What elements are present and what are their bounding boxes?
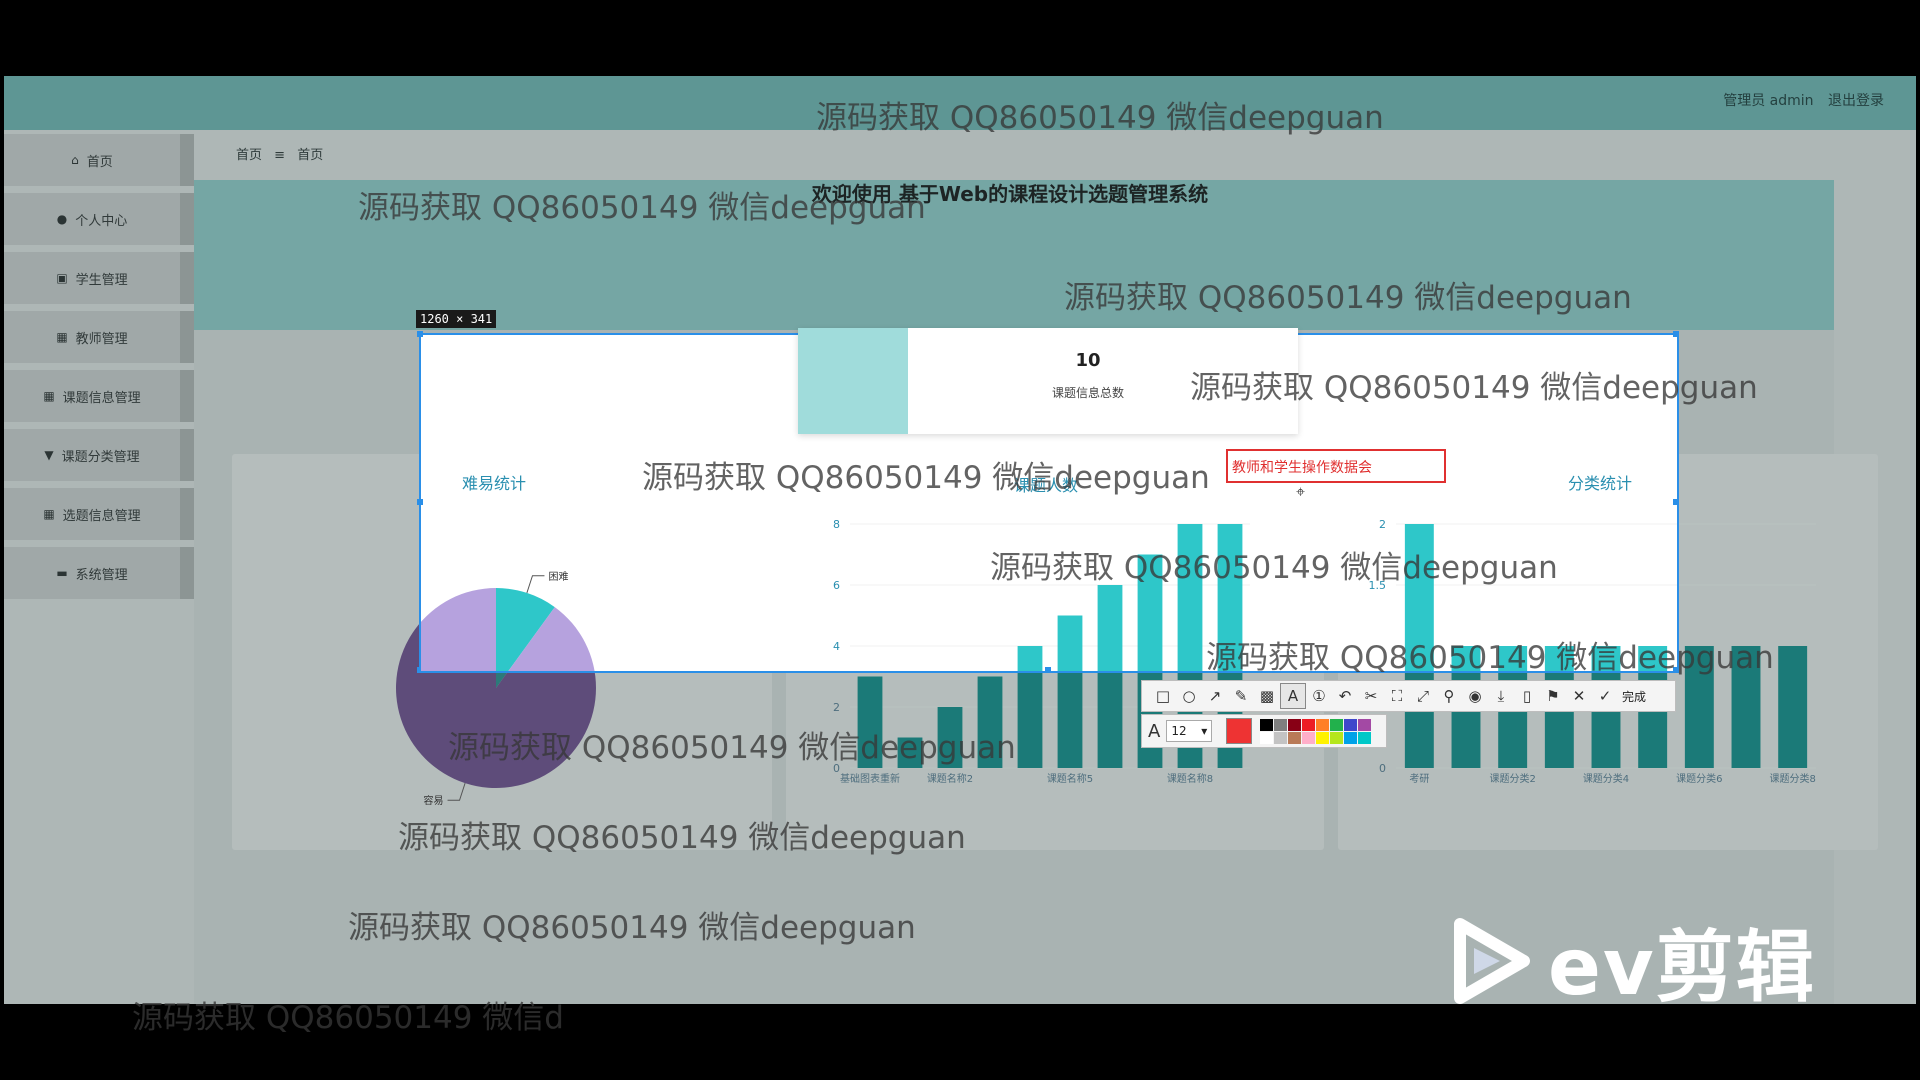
watermark-text: 源码获取 QQ86050149 微信deepguan	[1206, 640, 1774, 676]
palette-swatch[interactable]	[1260, 731, 1274, 744]
font-icon: A	[1148, 720, 1161, 742]
crosshair-cursor-icon: ⌖	[1296, 482, 1306, 501]
palette-swatch[interactable]	[1316, 731, 1330, 744]
scissors-icon[interactable]: ✂	[1358, 683, 1384, 709]
palette-swatch[interactable]	[1260, 718, 1274, 731]
mosaic-icon[interactable]: ▩	[1254, 683, 1280, 709]
palette-swatch[interactable]	[1344, 731, 1358, 744]
pencil-icon[interactable]: ✎	[1228, 683, 1254, 709]
watermark-text: 源码获取 QQ86050149 微信deepguan	[358, 190, 926, 226]
play-logo-icon	[1454, 918, 1530, 1004]
logo-text: ev剪辑	[1548, 923, 1816, 1013]
pin-icon[interactable]: ⚲	[1436, 683, 1462, 709]
selection-handle[interactable]	[417, 499, 423, 505]
topic-total-label: 课题信息总数	[1051, 386, 1124, 400]
watermark-text: 源码获取 QQ86050149 微信deepguan	[642, 460, 1210, 496]
done-button[interactable]: 完成	[1622, 688, 1646, 705]
arrow-icon[interactable]: ↗	[1202, 683, 1228, 709]
palette-swatch[interactable]	[1330, 731, 1344, 744]
y-tick-label: 0	[1379, 762, 1386, 775]
watermark-text: 源码获取 QQ86050149 微信d	[132, 1000, 564, 1036]
x-tick-label: 课题名称2	[927, 772, 973, 785]
palette-swatch[interactable]	[1288, 718, 1302, 731]
translate-icon[interactable]: ⛶	[1384, 683, 1410, 709]
font-size-select[interactable]: 12 ▾	[1166, 720, 1213, 742]
ev-editor-logo: ev剪辑	[1452, 905, 1816, 1017]
y-tick-label: 2	[833, 701, 840, 714]
watermark-text: 源码获取 QQ86050149 微信deepguan	[448, 730, 1016, 766]
palette-swatch[interactable]	[1316, 718, 1330, 731]
color-palette	[1260, 718, 1372, 744]
ellipse-icon[interactable]: ○	[1176, 683, 1202, 709]
close-icon[interactable]: ✕	[1566, 683, 1592, 709]
selection-handle[interactable]	[1673, 331, 1679, 337]
bar	[1778, 646, 1808, 768]
x-tick-label: 基础图表重新	[840, 772, 900, 785]
category-chart-title: 分类统计	[1568, 474, 1633, 493]
bookmark-icon[interactable]: ⚑	[1540, 683, 1566, 709]
pie-label: 容易	[424, 794, 444, 807]
watermark-text: 源码获取 QQ86050149 微信deepguan	[1190, 370, 1758, 406]
record-icon[interactable]: ◉	[1462, 683, 1488, 709]
selection-size-label: 1260 × 341	[416, 310, 497, 328]
palette-swatch[interactable]	[1302, 731, 1316, 744]
palette-swatch[interactable]	[1288, 731, 1302, 744]
selection-handle[interactable]	[417, 667, 423, 673]
number-icon[interactable]: ①	[1306, 683, 1332, 709]
font-size-value: 12	[1171, 724, 1187, 738]
palette-swatch[interactable]	[1274, 718, 1288, 731]
x-tick-label: 课题分类6	[1676, 772, 1722, 785]
rect-icon[interactable]: □	[1150, 683, 1176, 709]
x-tick-label: 课题名称5	[1047, 772, 1093, 785]
palette-swatch[interactable]	[1302, 718, 1316, 731]
topic-total-value: 10	[1075, 350, 1101, 371]
x-tick-label: 课题分类8	[1769, 772, 1815, 785]
x-tick-label: 课题分类4	[1583, 772, 1629, 785]
pie-label-line	[447, 782, 466, 801]
palette-swatch[interactable]	[1358, 731, 1372, 744]
undo-icon[interactable]: ↶	[1332, 683, 1358, 709]
watermark-text: 源码获取 QQ86050149 微信deepguan	[398, 820, 966, 856]
selection-handle[interactable]	[1673, 499, 1679, 505]
text-style-toolbar: A 12 ▾	[1141, 714, 1387, 748]
x-tick-label: 课题名称8	[1167, 772, 1213, 785]
palette-swatch[interactable]	[1274, 731, 1288, 744]
palette-swatch[interactable]	[1344, 718, 1358, 731]
video-frame: 管理员 admin 退出登录 ⌂ 首页 ● 个人中心 ▣ 学生管理 ▦ 教师管理 ▦ 课题…	[0, 0, 1920, 1080]
chevron-down-icon: ▾	[1201, 724, 1208, 738]
current-color-swatch[interactable]	[1226, 718, 1253, 744]
palette-swatch[interactable]	[1330, 718, 1344, 731]
check-icon[interactable]: ✓	[1592, 683, 1618, 709]
watermark-text: 源码获取 QQ86050149 微信deepguan	[816, 100, 1384, 136]
watermark-text: 源码获取 QQ86050149 微信deepguan	[990, 550, 1558, 586]
save-icon[interactable]: ▯	[1514, 683, 1540, 709]
download-icon[interactable]: ⤓	[1488, 683, 1514, 709]
palette-swatch[interactable]	[1358, 718, 1372, 731]
selection-handle[interactable]	[1045, 667, 1051, 673]
text-annotation-input[interactable]: 教师和学生操作数据会	[1226, 449, 1446, 483]
stat-color-block	[798, 328, 908, 434]
capture-toolbar: □ ○ ↗ ✎ ▩ A ① ↶ ✂ ⛶ ⤢ ⚲ ◉ ⤓ ▯ ⚑ ✕ ✓ 完成	[1141, 680, 1676, 712]
selection-handle[interactable]	[417, 331, 423, 337]
x-tick-label: 课题分类2	[1489, 772, 1535, 785]
watermark-text: 源码获取 QQ86050149 微信deepguan	[1064, 280, 1632, 316]
watermark-text: 源码获取 QQ86050149 微信deepguan	[348, 910, 916, 946]
x-tick-label: 考研	[1409, 773, 1429, 785]
text-icon[interactable]: A	[1280, 683, 1306, 709]
difficulty-chart-title: 难易统计	[462, 474, 527, 493]
fullscreen-icon[interactable]: ⤢	[1410, 683, 1436, 709]
